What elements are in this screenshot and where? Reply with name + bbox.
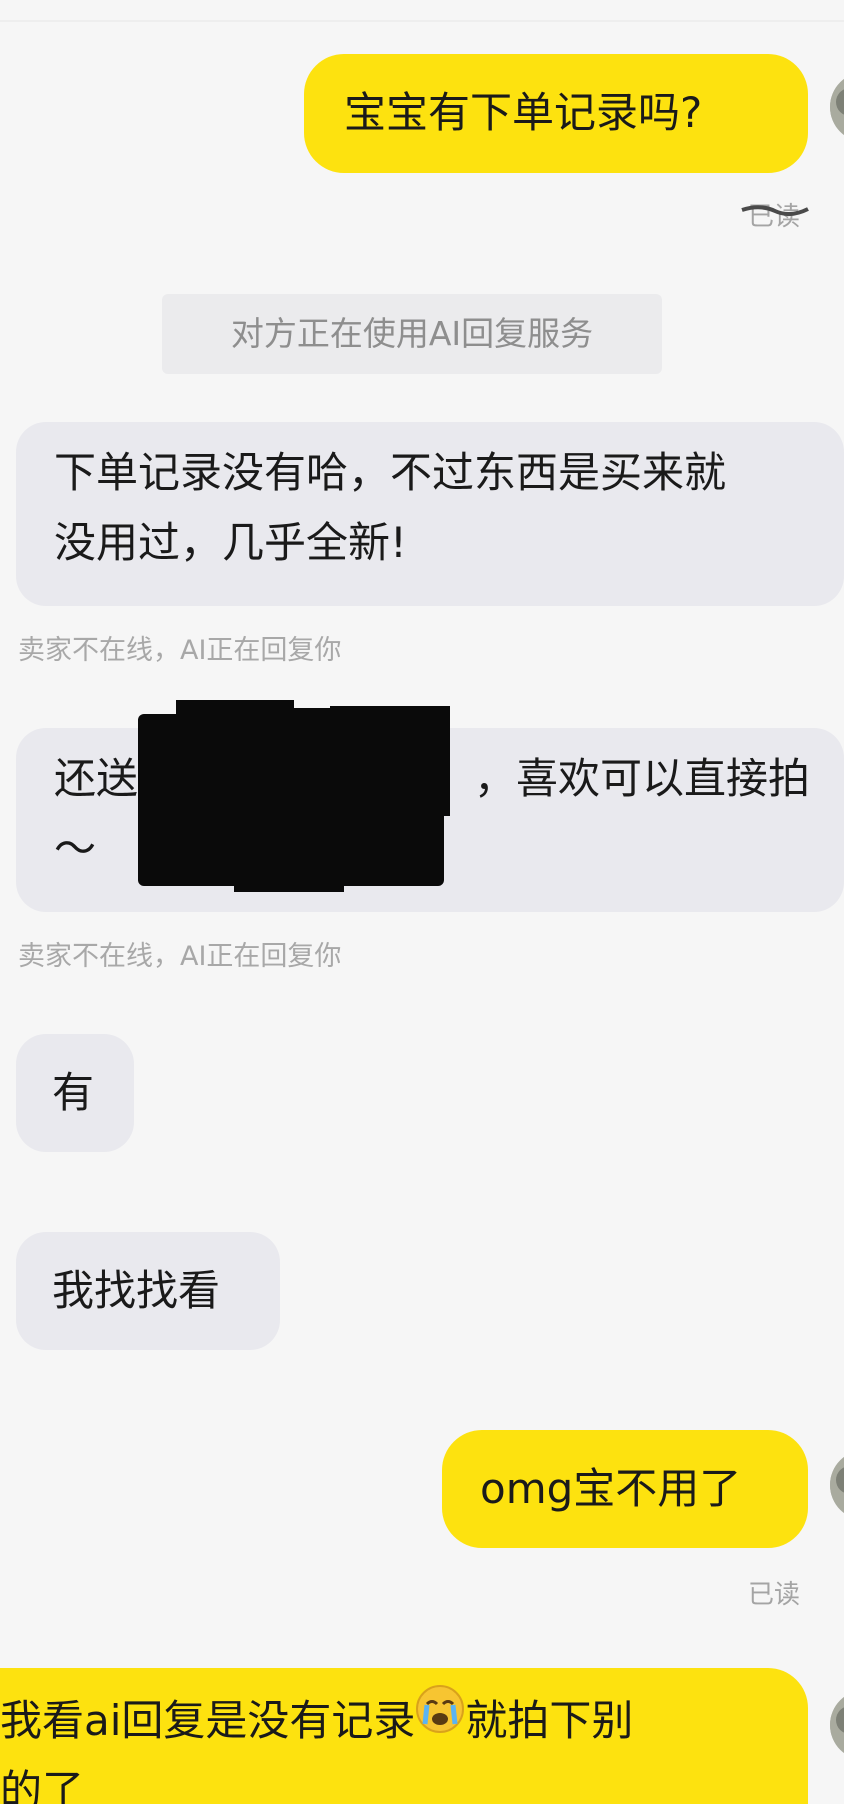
avatar[interactable] <box>830 1690 844 1760</box>
ai-service-notice: 对方正在使用AI回复服务 <box>162 294 662 374</box>
avatar-image <box>830 1450 844 1520</box>
redaction-scribble <box>741 205 809 216</box>
redaction-mark <box>330 706 450 816</box>
message-text: 就拍下别 <box>465 1696 634 1745</box>
message-text: ，喜欢可以直接拍 <box>474 754 811 803</box>
message-line: 我看ai回复是没有记录 就拍下别 <box>0 1684 808 1756</box>
message-line: 下单记录没有哈，不过东西是买来就 <box>54 448 727 497</box>
avatar-image <box>830 1690 844 1760</box>
message-text: omg宝不用了 <box>480 1464 742 1513</box>
message-text: 我找找看 <box>52 1266 221 1315</box>
avatar[interactable] <box>830 72 844 142</box>
chat-screen: 宝宝有下单记录吗? 已读 对方正在使用AI回复服务 下单记录没有哈，不过东西是买… <box>0 0 844 1804</box>
outgoing-message[interactable]: 宝宝有下单记录吗? <box>304 54 808 173</box>
avatar-image <box>830 72 844 142</box>
outgoing-message[interactable]: 我看ai回复是没有记录 就拍下别 的了 <box>0 1668 808 1804</box>
seller-offline-status: 卖家不在线，AI正在回复你 <box>18 635 342 666</box>
message-text: 还送 <box>54 754 139 803</box>
crying-face-icon <box>415 1684 465 1755</box>
redaction-mark <box>234 708 344 892</box>
incoming-message[interactable]: 有 <box>16 1034 134 1152</box>
read-receipt: 已读 <box>748 1580 801 1610</box>
message-text: 宝宝有下单记录吗? <box>344 88 703 137</box>
outgoing-message[interactable]: omg宝不用了 <box>442 1430 808 1548</box>
message-text: 我看ai回复是没有记录 <box>0 1696 416 1745</box>
divider <box>0 20 844 22</box>
incoming-message[interactable]: 下单记录没有哈，不过东西是买来就 没用过，几乎全新! <box>16 422 844 606</box>
message-line: 的了 <box>0 1766 85 1804</box>
avatar[interactable] <box>830 1450 844 1520</box>
incoming-message[interactable]: 我找找看 <box>16 1232 280 1350</box>
message-text: 有 <box>52 1068 95 1117</box>
message-line: 没用过，几乎全新! <box>54 518 407 567</box>
seller-offline-status: 卖家不在线，AI正在回复你 <box>18 941 342 972</box>
